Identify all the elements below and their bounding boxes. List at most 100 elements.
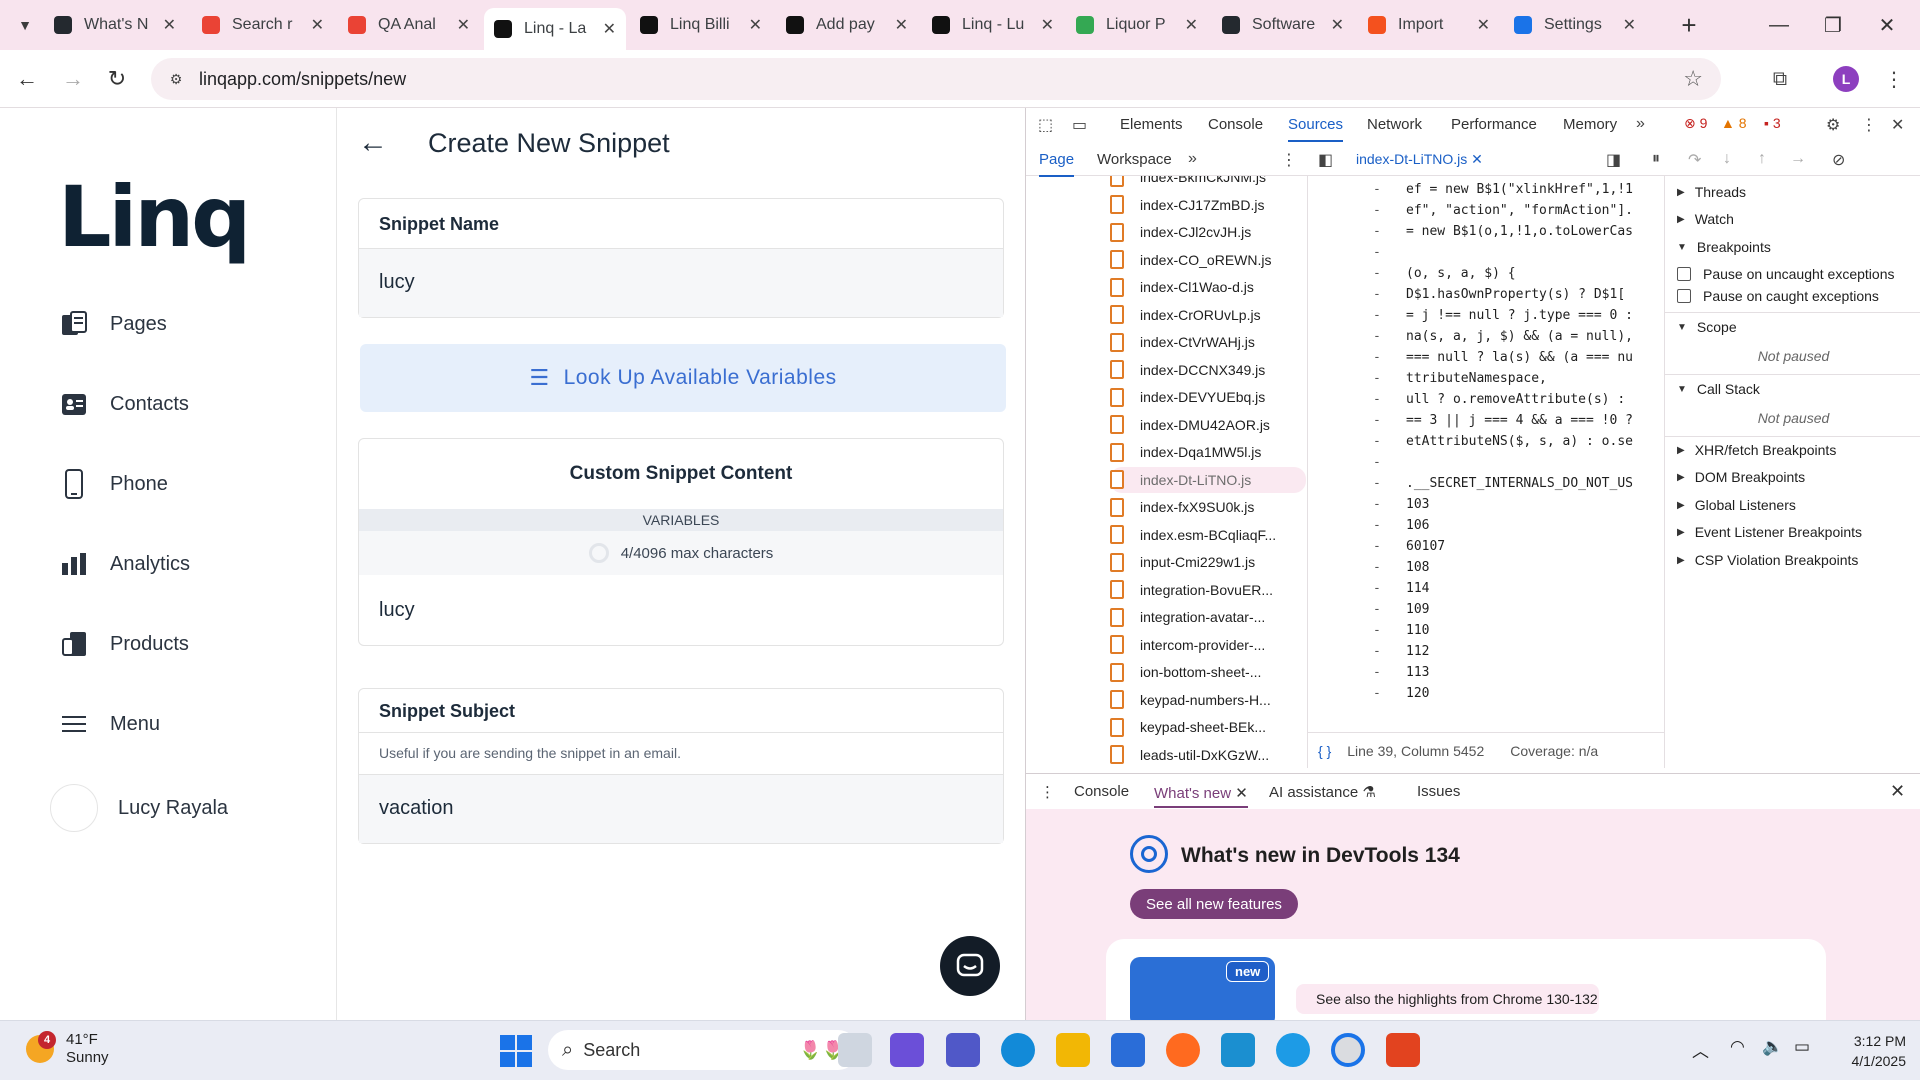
chrome-icon[interactable] [1331, 1033, 1365, 1067]
drawer-tab-whats-new[interactable]: What's new ✕ [1154, 784, 1248, 808]
clock[interactable]: 3:12 PM 4/1/2025 [1832, 1031, 1907, 1071]
drawer-menu-icon[interactable]: ⋮ [1040, 783, 1055, 801]
code-editor[interactable]: - ef = new B$1("xlinkHref",1,!1 - ef", "act… [1308, 176, 1664, 732]
file-item[interactable]: ion-bottom-sheet-... [1110, 659, 1261, 685]
file-item[interactable]: input-Cmi229w1.js [1110, 549, 1255, 575]
tab-search-button[interactable]: ▼ [10, 10, 40, 40]
tab-console[interactable]: Console [1208, 116, 1263, 133]
lookup-variables-button[interactable]: ☰ Look Up Available Variables [360, 344, 1006, 412]
close-tab-icon[interactable]: ✕ [1477, 15, 1490, 35]
pretty-print-icon[interactable]: { } [1318, 743, 1331, 759]
pause-uncaught-checkbox[interactable]: Pause on uncaught exceptions [1677, 266, 1894, 282]
drawer-tab-ai-assistance[interactable]: AI assistance ⚗ [1269, 783, 1376, 801]
close-tab-icon[interactable]: ✕ [749, 15, 762, 35]
snippet-name-input[interactable]: lucy [359, 249, 1003, 317]
close-tab-icon[interactable]: ✕ [1623, 15, 1636, 35]
tab-page[interactable]: Page [1039, 151, 1075, 177]
inspect-element-icon[interactable]: ⬚ [1038, 115, 1053, 135]
file-item[interactable]: intercom-provider-... [1110, 632, 1265, 658]
battery-icon[interactable]: ▭ [1794, 1037, 1810, 1057]
edge-icon[interactable] [1001, 1033, 1035, 1067]
more-tabs-icon[interactable]: » [1636, 115, 1645, 133]
linq-logo[interactable]: Linq [58, 168, 251, 266]
profile-button[interactable]: L [1830, 63, 1862, 95]
browser-menu-button[interactable]: ⋮ [1878, 63, 1910, 95]
back-button[interactable]: ← [10, 62, 44, 96]
file-item[interactable]: index-BkmCkJNM.js [1110, 176, 1266, 190]
csp-breakpoints-section[interactable]: ▶ CSP Violation Breakpoints [1665, 552, 1920, 568]
close-tab-icon[interactable]: ✕ [163, 15, 176, 35]
tab-sources[interactable]: Sources [1288, 116, 1344, 142]
browser-tab[interactable]: What's N ✕ [44, 8, 186, 42]
file-item[interactable]: index-CJ17ZmBD.js [1110, 192, 1264, 218]
browser-tab[interactable]: Linq - La ✕ [484, 8, 626, 50]
step-into-icon[interactable]: ↓ [1723, 150, 1731, 168]
breakpoints-section[interactable]: ▼ Breakpoints [1665, 239, 1920, 255]
file-item[interactable]: index-Dt-LiTNO.js [1110, 466, 1306, 493]
chat-launcher-button[interactable] [940, 936, 1000, 996]
browser-tab[interactable]: Add pay ✕ [776, 8, 918, 42]
task-view-icon[interactable] [838, 1033, 872, 1067]
close-tab-icon[interactable]: ✕ [1185, 15, 1198, 35]
sidebar-item-analytics[interactable]: Analytics [60, 550, 190, 578]
firefox-icon[interactable] [1166, 1033, 1200, 1067]
weather-widget[interactable]: 4 41°F Sunny [26, 1031, 109, 1067]
start-button[interactable] [500, 1035, 532, 1067]
sidebar-item-phone[interactable]: Phone [60, 469, 168, 499]
close-tab-icon[interactable]: ✕ [1041, 15, 1054, 35]
close-tab-icon[interactable]: ✕ [311, 15, 324, 35]
file-item[interactable]: index-CrORUvLp.js [1110, 302, 1261, 328]
browser-tab[interactable]: Software ✕ [1212, 8, 1354, 42]
sidebar-item-menu[interactable]: Menu [60, 710, 160, 738]
tab-performance[interactable]: Performance [1451, 116, 1537, 133]
tab-network[interactable]: Network [1367, 116, 1422, 133]
close-tab-icon[interactable]: ✕ [457, 15, 470, 35]
url-text[interactable]: linqapp.com/snippets/new [199, 69, 406, 90]
close-tab-icon[interactable]: ✕ [1235, 785, 1248, 802]
pause-icon[interactable]: ⏸ [1652, 150, 1660, 168]
file-item[interactable]: keypad-sheet-BEk... [1110, 714, 1266, 740]
file-item[interactable]: integration-avatar-... [1110, 604, 1265, 630]
microsoft-store-icon[interactable] [1111, 1033, 1145, 1067]
file-item[interactable]: index-DEVYUEbq.js [1110, 384, 1265, 410]
deactivate-breakpoints-icon[interactable]: ⊘ [1832, 150, 1845, 170]
toggle-navigator-icon[interactable]: ◧ [1318, 150, 1333, 170]
file-item[interactable]: leads-util-DxKGzW... [1110, 742, 1269, 768]
devtools-close-icon[interactable]: ✕ [1891, 115, 1904, 135]
brave-icon[interactable] [1386, 1033, 1420, 1067]
browser-tab[interactable]: Search r ✕ [192, 8, 334, 42]
file-item[interactable]: integration-BovuER... [1110, 577, 1273, 603]
snippet-subject-input[interactable]: vacation [359, 775, 1003, 843]
more-subtabs-icon[interactable]: » [1188, 150, 1197, 168]
file-item[interactable]: index-Cl1Wao-d.js [1110, 274, 1254, 300]
bookmark-star-icon[interactable]: ☆ [1683, 66, 1703, 92]
file-item[interactable]: index-CO_oREWN.js [1110, 247, 1271, 273]
global-listeners-section[interactable]: ▶ Global Listeners [1665, 497, 1920, 513]
file-item[interactable]: keypad-numbers-H... [1110, 687, 1271, 713]
volume-icon[interactable]: 🔈 [1762, 1037, 1783, 1057]
close-file-icon[interactable]: ✕ [1471, 151, 1483, 167]
file-item[interactable]: index-CJl2cvJH.js [1110, 219, 1251, 245]
site-info-icon[interactable]: ⚙ [163, 66, 189, 92]
sidebar-user[interactable]: Lucy Rayala [50, 784, 228, 832]
tab-memory[interactable]: Memory [1563, 116, 1617, 133]
pause-caught-checkbox[interactable]: Pause on caught exceptions [1677, 288, 1879, 304]
browser-tab[interactable]: Settings ✕ [1504, 8, 1646, 42]
help-icon[interactable] [1276, 1033, 1310, 1067]
open-file-tab[interactable]: index-Dt-LiTNO.js ✕ [1356, 151, 1483, 168]
call-stack-section[interactable]: ▼ Call Stack [1665, 381, 1920, 397]
copilot-icon[interactable] [890, 1033, 924, 1067]
browser-tab[interactable]: Linq - Lu ✕ [922, 8, 1064, 42]
step-out-icon[interactable]: ↑ [1758, 150, 1766, 168]
mysql-workbench-icon[interactable] [1221, 1033, 1255, 1067]
sidebar-item-pages[interactable]: Pages [60, 310, 167, 338]
file-explorer-icon[interactable] [1056, 1033, 1090, 1067]
step-icon[interactable]: → [1790, 150, 1806, 168]
sidebar-item-products[interactable]: Products [60, 630, 189, 658]
xhr-breakpoints-section[interactable]: ▶ XHR/fetch Breakpoints [1665, 442, 1920, 458]
warnings-count[interactable]: ▲ 8 [1721, 115, 1747, 131]
devtools-menu-icon[interactable]: ⋮ [1861, 115, 1877, 135]
reload-button[interactable]: ↻ [100, 62, 134, 96]
navigator-menu-icon[interactable]: ⋮ [1281, 150, 1297, 170]
file-item[interactable]: index-DCCNX349.js [1110, 357, 1265, 383]
